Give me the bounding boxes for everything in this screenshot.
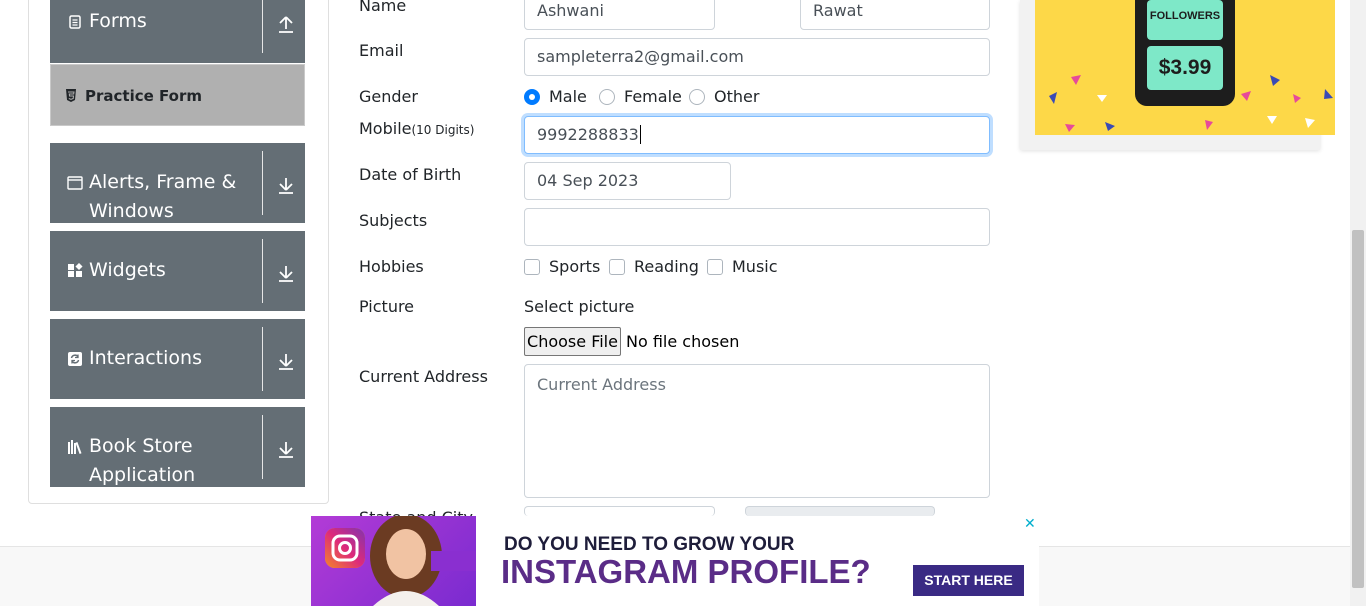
picture-label: Picture <box>359 297 415 316</box>
ad-close-icon[interactable]: ✕ <box>1024 516 1036 532</box>
file-icon <box>69 15 81 29</box>
mobile-hint: (10 Digits) <box>411 123 475 137</box>
ad-right[interactable]: FOLLOWERS $3.99 <box>1020 0 1335 150</box>
file-status-text: No file chosen <box>626 332 740 351</box>
sidebar-group-alerts[interactable]: Alerts, Frame & Windows <box>50 143 305 223</box>
name-label: Name <box>359 0 407 15</box>
ad-bottom-banner[interactable]: DO YOU NEED TO GROW YOUR INSTAGRAM PROFI… <box>311 516 1039 606</box>
radio-label: Male <box>549 87 587 106</box>
divider <box>262 327 263 391</box>
checkbox-label: Music <box>732 257 778 276</box>
state-city-label: State and City <box>359 508 473 516</box>
arrow-down-icon[interactable] <box>278 264 294 282</box>
radio-label: Female <box>624 87 682 106</box>
hobby-checkbox-music[interactable]: Music <box>707 257 778 276</box>
interactions-icon <box>68 352 82 366</box>
sidebar-item-label: Practice Form <box>85 87 202 105</box>
checkbox-icon <box>707 258 723 275</box>
ad-right-banner: FOLLOWERS $3.99 <box>1035 0 1335 135</box>
checkbox-icon <box>524 258 540 275</box>
current-address-textarea[interactable]: Current Address <box>524 364 990 498</box>
mobile-label: Mobile(10 Digits) <box>359 119 474 138</box>
sidebar-group-label-line2: Windows <box>89 200 174 222</box>
checkbox-icon <box>609 258 625 275</box>
mobile-value: 9992288833 <box>537 125 639 144</box>
email-input[interactable]: sampleterra2@gmail.com <box>524 38 990 76</box>
ad-price-text: $3.99 <box>1158 56 1212 79</box>
hobby-checkbox-sports[interactable]: Sports <box>524 257 600 276</box>
sidebar-item-practice-form[interactable]: Practice Form <box>50 64 305 126</box>
city-select[interactable] <box>745 506 935 516</box>
current-address-label: Current Address <box>359 367 488 386</box>
sidebar-group-forms[interactable]: Forms <box>50 0 305 63</box>
window-icon <box>67 176 83 190</box>
email-label: Email <box>359 41 404 60</box>
choose-file-button[interactable]: Choose File <box>524 327 621 356</box>
divider <box>262 151 263 215</box>
html5-icon <box>66 89 76 102</box>
sidebar-group-label: Book Store <box>89 435 193 457</box>
gender-label: Gender <box>359 87 418 106</box>
divider <box>262 0 263 53</box>
arrow-down-icon[interactable] <box>278 176 294 194</box>
subjects-input[interactable] <box>524 208 990 246</box>
ad-bottom-image <box>311 516 476 606</box>
page: Forms Practice Form Alerts, Frame & Wind… <box>0 0 1366 606</box>
select-picture-label: Select picture <box>524 297 635 316</box>
state-select[interactable] <box>524 506 715 516</box>
radio-icon <box>599 88 615 105</box>
ad-start-here-button[interactable]: START HERE <box>913 565 1024 596</box>
divider <box>262 415 263 479</box>
sidebar-group-label-line2: Application <box>89 464 196 486</box>
vertical-scrollbar[interactable] <box>1350 0 1366 606</box>
arrow-down-icon[interactable] <box>278 440 294 458</box>
sidebar-group-label: Widgets <box>89 259 166 281</box>
sidebar-group-widgets[interactable]: Widgets <box>50 231 305 311</box>
divider <box>262 239 263 303</box>
sidebar-group-label: Interactions <box>89 347 202 369</box>
last-name-input[interactable]: Rawat <box>800 0 990 30</box>
dob-label: Date of Birth <box>359 165 462 184</box>
mobile-label-text: Mobile <box>359 119 412 138</box>
radio-label: Other <box>714 87 760 106</box>
gender-radio-other[interactable]: Other <box>689 87 759 106</box>
gender-radio-male[interactable]: Male <box>524 87 587 106</box>
ad-headline-2: INSTAGRAM PROFILE? <box>501 553 871 590</box>
ad-person-illustration <box>325 516 476 606</box>
radio-selected-icon <box>524 88 540 105</box>
sidebar-group-label: Forms <box>89 10 147 32</box>
gender-radio-female[interactable]: Female <box>599 87 682 106</box>
dob-input[interactable]: 04 Sep 2023 <box>524 162 731 200</box>
books-icon <box>68 440 82 454</box>
ad-followers-text: FOLLOWERS <box>1149 10 1221 22</box>
subjects-label: Subjects <box>359 211 428 230</box>
arrow-up-icon[interactable] <box>278 15 294 33</box>
sidebar-group-book-store[interactable]: Book Store Application <box>50 407 305 487</box>
scrollbar-thumb[interactable] <box>1352 230 1364 588</box>
hobby-checkbox-reading[interactable]: Reading <box>609 257 699 276</box>
first-name-input[interactable]: Ashwani <box>524 0 715 30</box>
radio-icon <box>689 88 705 105</box>
sidebar-group-label: Alerts, Frame & <box>89 171 237 193</box>
sidebar-group-interactions[interactable]: Interactions <box>50 319 305 399</box>
arrow-down-icon[interactable] <box>278 352 294 370</box>
checkbox-label: Reading <box>634 257 699 276</box>
checkbox-label: Sports <box>549 257 601 276</box>
widgets-icon <box>68 263 83 277</box>
hobbies-label: Hobbies <box>359 257 424 276</box>
text-caret <box>639 125 641 144</box>
mobile-input[interactable]: 9992288833 <box>524 116 990 154</box>
